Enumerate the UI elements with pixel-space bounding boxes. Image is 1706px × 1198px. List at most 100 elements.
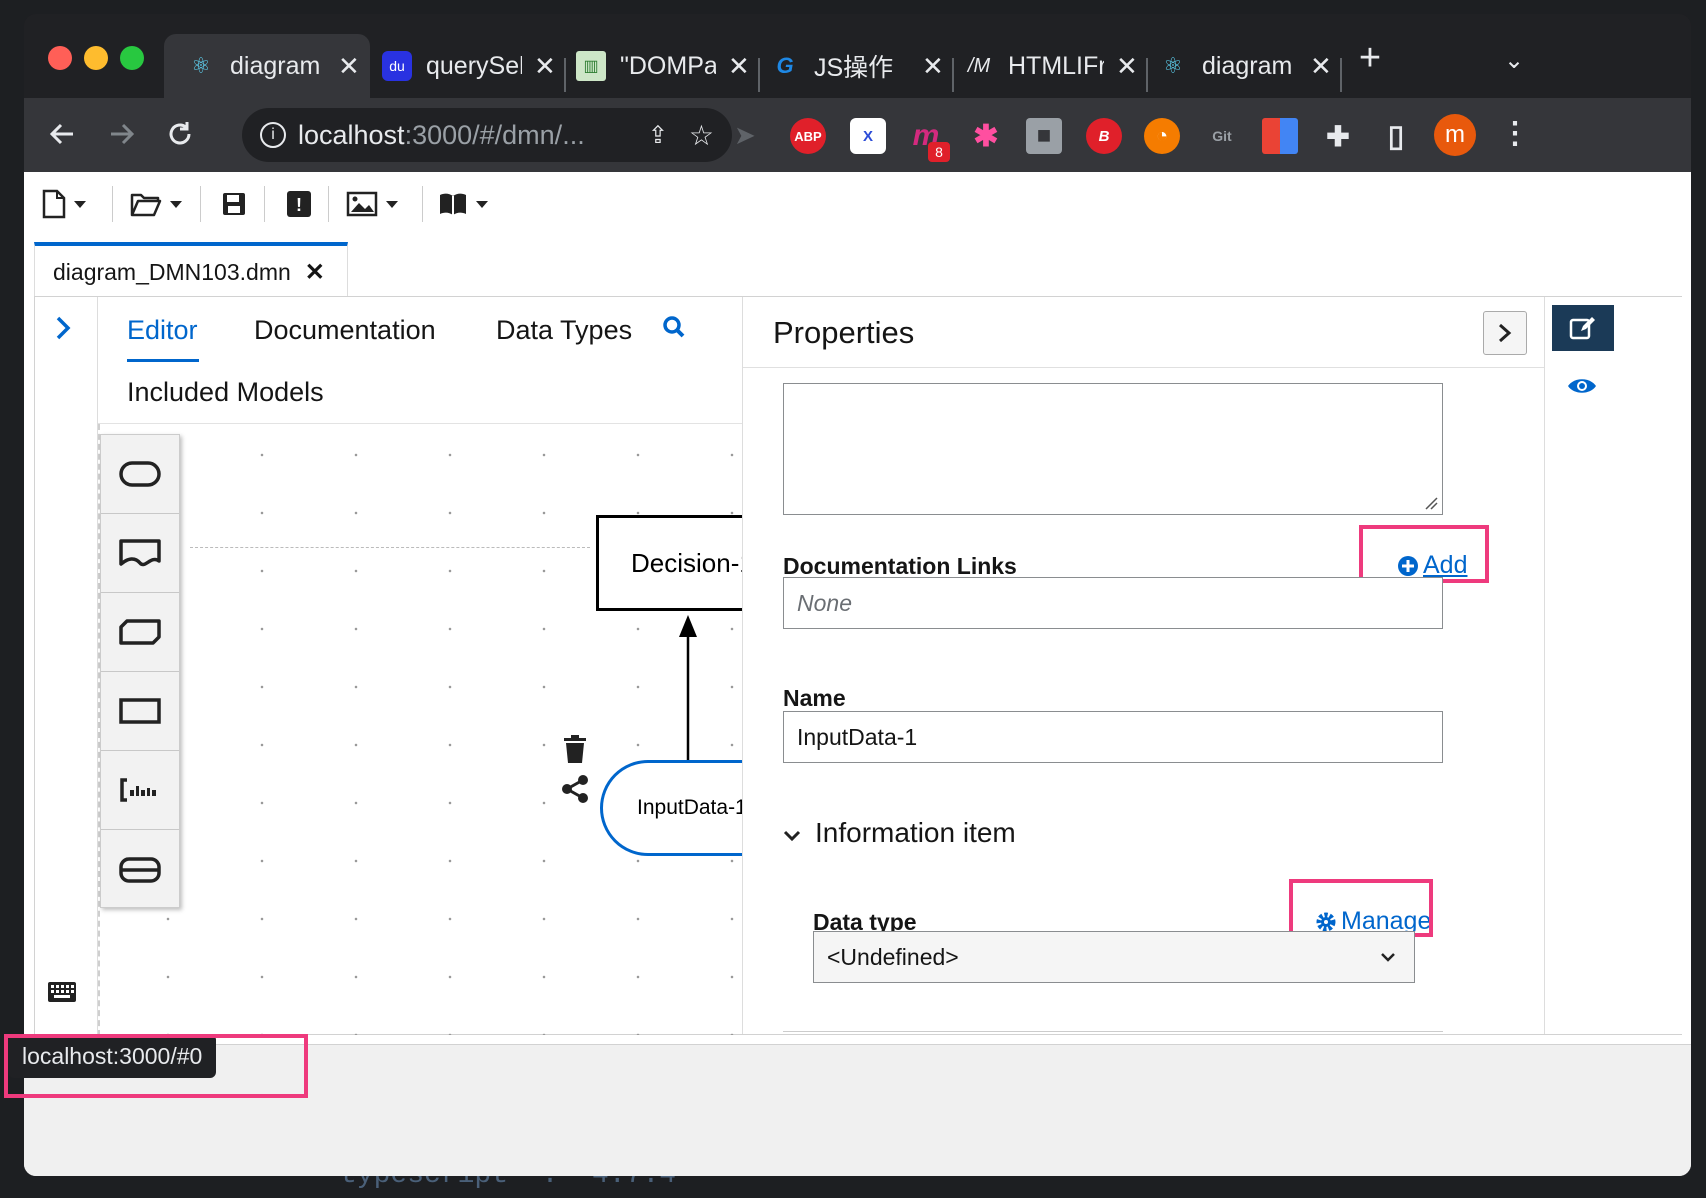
left-rail xyxy=(35,297,98,1034)
decision-node[interactable]: Decision-1 xyxy=(596,515,742,611)
tab-documentation[interactable]: Documentation xyxy=(254,315,436,346)
chevron-right-icon xyxy=(56,316,71,340)
abp-icon[interactable]: ABP xyxy=(790,118,826,154)
tab-editor[interactable]: Editor xyxy=(127,315,198,346)
name-field-value: InputData-1 xyxy=(797,723,918,750)
grid-extension-icon[interactable]: ▦ xyxy=(1262,118,1298,154)
wavy-shape-icon xyxy=(119,539,161,567)
minimize-window-button[interactable] xyxy=(84,46,108,70)
browser-tab-4[interactable]: G JS操作 ✕ xyxy=(748,34,954,98)
square-extension-icon[interactable]: ■ xyxy=(1026,118,1062,154)
connect-node-button[interactable] xyxy=(560,774,590,809)
back-button[interactable] xyxy=(40,112,84,156)
documentation-links-placeholder: None xyxy=(797,589,852,616)
decision-node-label: Decision-1 xyxy=(631,547,742,578)
browser-tab-3[interactable]: ▥ "DOMParser" ✕ xyxy=(554,34,760,98)
input-data-node-label: InputData-1 xyxy=(637,796,742,819)
validate-button[interactable]: ! xyxy=(286,188,312,220)
highlight-box-status xyxy=(4,1034,308,1098)
tab-included-models[interactable]: Included Models xyxy=(127,377,324,408)
highlight-box-add xyxy=(1359,525,1489,583)
url-text: localhost:3000/#/dmn/... xyxy=(298,119,585,150)
trash-icon xyxy=(564,735,586,763)
export-image-button[interactable] xyxy=(346,188,398,220)
reload-button[interactable] xyxy=(158,112,202,156)
search-button[interactable] xyxy=(662,315,686,344)
sidepanel-icon[interactable]: ▯ xyxy=(1378,118,1414,154)
expand-panel-button[interactable] xyxy=(53,315,73,346)
docs-button[interactable] xyxy=(438,188,488,220)
react-icon: ⚛ xyxy=(191,53,211,78)
properties-title: Properties xyxy=(773,315,915,350)
clock-extension-icon[interactable]: ◔ xyxy=(1144,118,1180,154)
gitzip-extension-icon[interactable]: Git xyxy=(1204,118,1240,154)
search-icon xyxy=(663,316,685,338)
save-button[interactable] xyxy=(222,188,246,220)
bookmark-star-icon[interactable]: ☆ xyxy=(689,119,714,152)
file-tab[interactable]: diagram_DMN103.dmn ✕ xyxy=(34,242,348,298)
forward-button[interactable] xyxy=(100,112,144,156)
data-type-selected-value: <Undefined> xyxy=(827,943,959,970)
browser-tab-6[interactable]: ⚛ diagram ✕ xyxy=(1136,34,1342,98)
close-tab-icon[interactable]: ✕ xyxy=(922,51,944,82)
address-bar[interactable]: i localhost:3000/#/dmn/... ⇪ ☆ xyxy=(242,108,732,162)
tab-title: querySelector xyxy=(426,51,522,80)
svg-text:!: ! xyxy=(296,195,302,215)
description-textarea[interactable] xyxy=(783,383,1443,515)
collapse-properties-button[interactable] xyxy=(1483,311,1527,355)
decision-service-icon xyxy=(119,856,161,883)
highlight-box-manage xyxy=(1289,879,1433,937)
share-icon[interactable]: ⇪ xyxy=(648,121,668,150)
react-icon: ⚛ xyxy=(1163,53,1183,78)
open-button[interactable] xyxy=(130,188,182,220)
browser-tab-2[interactable]: du querySelector ✕ xyxy=(360,34,566,98)
b-extension-icon[interactable]: B xyxy=(1086,118,1122,154)
browser-menu-icon[interactable]: ⋮ xyxy=(1500,116,1530,151)
close-tab-icon[interactable]: ✕ xyxy=(728,51,750,82)
tab-divider xyxy=(1340,58,1342,92)
browser-tab-5[interactable]: /M HTMLIFrame ✕ xyxy=(942,34,1148,98)
palette-group-button[interactable] xyxy=(101,830,179,909)
tab-search-button[interactable]: ⌄ xyxy=(1494,40,1534,80)
information-item-heading: Information item xyxy=(815,817,1016,848)
puzzle-icon[interactable]: ✚ xyxy=(1320,118,1356,154)
keyboard-shortcuts-button[interactable] xyxy=(47,981,77,1008)
close-tab-icon[interactable]: ✕ xyxy=(1116,51,1138,82)
close-tab-icon[interactable]: ✕ xyxy=(338,51,360,82)
close-file-tab-icon[interactable]: ✕ xyxy=(305,258,325,287)
new-tab-button[interactable]: + xyxy=(1350,37,1390,79)
properties-panel-toggle[interactable] xyxy=(1552,305,1614,351)
resize-handle-icon[interactable] xyxy=(1424,496,1438,510)
flower-extension-icon[interactable]: ✱ xyxy=(968,118,1004,154)
browser-tab-1[interactable]: ⚛ diagram ✕ xyxy=(164,34,370,98)
palette-annotation-button[interactable] xyxy=(101,751,179,830)
tab-title: diagram xyxy=(1202,51,1293,80)
profile-avatar[interactable]: m xyxy=(1434,114,1476,156)
send-icon[interactable]: ➤ xyxy=(734,120,756,151)
palette-decision-button[interactable] xyxy=(101,435,179,514)
palette-rectangle-button[interactable] xyxy=(101,672,179,751)
maximize-window-button[interactable] xyxy=(120,46,144,70)
palette-knowledge-source-button[interactable] xyxy=(101,514,179,593)
x-extension-icon[interactable]: X xyxy=(850,118,886,154)
site-info-icon[interactable]: i xyxy=(260,122,286,148)
information-requirement-arrow[interactable] xyxy=(678,611,698,761)
keyboard-icon xyxy=(48,982,76,1002)
diagram-canvas[interactable]: Decision-1 InputData-1 xyxy=(98,423,742,1035)
alignment-guide xyxy=(190,547,590,548)
name-field[interactable]: InputData-1 xyxy=(783,711,1443,763)
new-file-button[interactable] xyxy=(42,188,86,220)
preview-toggle[interactable] xyxy=(1566,375,1598,402)
input-data-node[interactable]: InputData-1 xyxy=(600,760,742,856)
close-window-button[interactable] xyxy=(48,46,72,70)
chevron-down-icon xyxy=(74,200,86,208)
documentation-links-field[interactable]: None xyxy=(783,577,1443,629)
delete-node-button[interactable] xyxy=(562,734,588,769)
palette-bkm-button[interactable] xyxy=(101,593,179,672)
folder-icon xyxy=(130,193,162,217)
close-tab-icon[interactable]: ✕ xyxy=(534,51,556,82)
tab-data-types[interactable]: Data Types xyxy=(496,315,632,346)
information-item-toggle[interactable] xyxy=(783,829,801,848)
data-type-select[interactable]: <Undefined> xyxy=(813,931,1415,983)
close-tab-icon[interactable]: ✕ xyxy=(1310,51,1332,82)
